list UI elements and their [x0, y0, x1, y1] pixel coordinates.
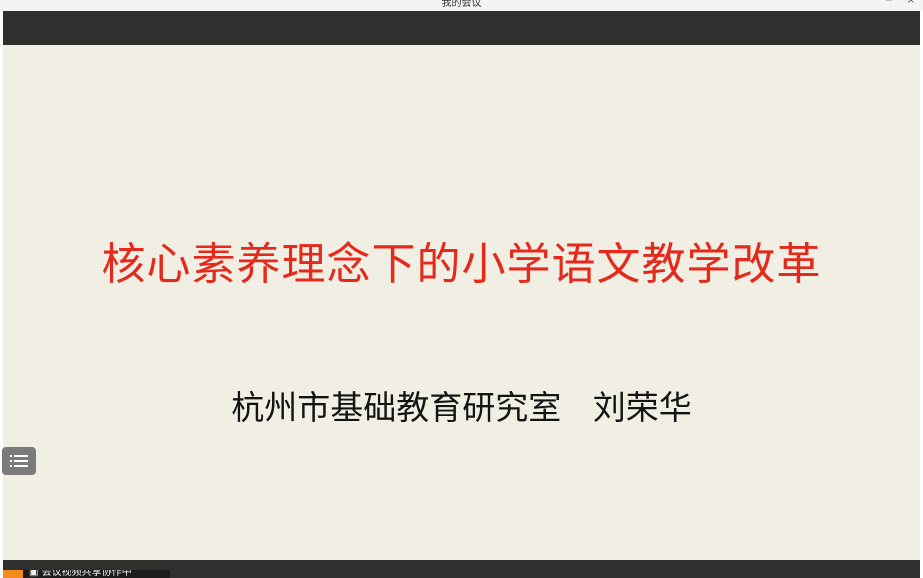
- close-icon[interactable]: ×: [907, 0, 915, 6]
- top-toolbar: [3, 11, 920, 45]
- window-titlebar: 我的会议 − ×: [0, 0, 923, 11]
- list-icon: [10, 455, 28, 467]
- app-icon: [3, 570, 23, 578]
- presentation-slide: 核心素养理念下的小学语文教学改革 杭州市基础教育研究室 刘荣华: [3, 45, 920, 560]
- slide-subtitle: 杭州市基础教育研究室 刘荣华: [231, 388, 692, 427]
- slide-list-button[interactable]: [2, 447, 36, 475]
- slide-title: 核心素养理念下的小学语文教学改革: [101, 239, 822, 290]
- minimize-icon[interactable]: −: [885, 0, 893, 6]
- sharing-badge-text: ▣ 会议视频共享协作中: [29, 570, 132, 578]
- sharing-badge[interactable]: ▣ 会议视频共享协作中: [3, 570, 170, 578]
- window-title: 我的会议: [441, 0, 482, 9]
